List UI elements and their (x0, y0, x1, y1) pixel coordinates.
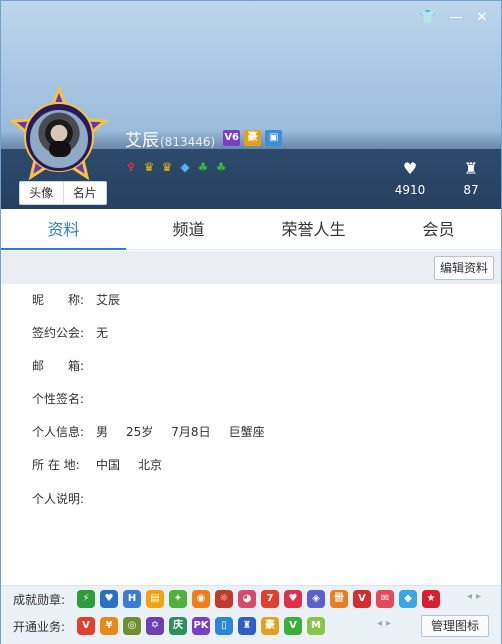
achievement-badges: ⚡ ♥ H ▤ ✦ ◉ ☼ ◕ 7 ♥ ◈ 卌 V ✉ ◆ ★ (77, 590, 440, 608)
skin-icon[interactable]: 👕 (419, 9, 437, 27)
value-nickname: 艾辰 (96, 293, 121, 307)
pig-badge-icon[interactable]: ◕ (238, 590, 256, 608)
edit-profile-button[interactable]: 编辑资料 (434, 256, 494, 280)
profile-window: 👕 — ✕ 艾辰 (813446) V6 豪 ▣ ♆ ♛ ♛ ◆ ♣ ♣ ♥ 4910 ♜ 8… (0, 0, 502, 644)
badge-bar: 成就勋章: ⚡ ♥ H ▤ ✦ ◉ ☼ ◕ 7 ♥ ◈ 卌 V ✉ ◆ ★ ◂▸ 开通业务: V ¥ ◎ ✡ 庆 PK ▯… (1, 585, 501, 644)
h-badge-icon[interactable]: H (123, 590, 141, 608)
heart-icon: ♥ (402, 159, 418, 178)
main-tabs: 资料 频道 荣誉人生 会员 (1, 210, 501, 250)
star-service-icon[interactable]: ✡ (146, 617, 164, 635)
service-badges: V ¥ ◎ ✡ 庆 PK ▯ ♜ 豪 V M (77, 617, 325, 635)
leaf-badge-icon[interactable]: ✦ (169, 590, 187, 608)
clover-icon[interactable]: ♣ (213, 159, 229, 175)
profile-toolbar (1, 251, 501, 284)
gem-badge-icon[interactable]: ◈ (307, 590, 325, 608)
value-country: 中国 (96, 458, 121, 472)
row-signature: 个性签名: (32, 388, 96, 410)
row-email: 邮 箱: (32, 355, 96, 377)
shell-service-icon[interactable]: 庆 (169, 617, 187, 635)
label-guild: 签约公会: (32, 326, 85, 340)
diamond-icon[interactable]: ◆ (177, 159, 193, 175)
bolt-badge-icon[interactable]: ⚡ (77, 590, 95, 608)
snail-service-icon[interactable]: ◎ (123, 617, 141, 635)
avatar-photo (27, 107, 91, 171)
id-card-icon[interactable]: ▣ (265, 130, 283, 146)
value-birthday: 7月8日 (171, 425, 211, 439)
label-info: 个人信息: (32, 425, 85, 439)
label-description: 个人说明: (32, 492, 85, 506)
hao-icon[interactable]: 豪 (244, 130, 262, 146)
level-stat[interactable]: ♜ 87 (453, 159, 489, 197)
value-gender: 男 (96, 425, 109, 439)
tab-member[interactable]: 会员 (376, 210, 501, 249)
value-age: 25岁 (126, 425, 154, 439)
avatar-tab-avatar[interactable]: 头像 (20, 182, 63, 204)
profile-header: 👕 — ✕ 艾辰 (813446) V6 豪 ▣ ♆ ♛ ♛ ◆ ♣ ♣ ♥ 4910 ♜ 8… (1, 1, 501, 209)
hao-service-icon[interactable]: 豪 (261, 617, 279, 635)
tab-profile[interactable]: 资料 (1, 210, 126, 250)
castle-service-icon[interactable]: ♜ (238, 617, 256, 635)
value-zodiac: 巨蟹座 (228, 425, 265, 439)
star-badge-icon[interactable]: ★ (422, 590, 440, 608)
likes-count: 4910 (394, 183, 426, 197)
rank-icon: ♜ (463, 159, 479, 178)
diamond-badge-icon[interactable]: ◆ (399, 590, 417, 608)
achievements-pager[interactable]: ◂▸ (467, 591, 485, 602)
achievements-row: 成就勋章: ⚡ ♥ H ▤ ✦ ◉ ☼ ◕ 7 ♥ ◈ 卌 V ✉ ◆ ★ ◂▸ (1, 587, 501, 613)
phone-service-icon[interactable]: ▯ (215, 617, 233, 635)
mail-badge-icon[interactable]: ✉ (376, 590, 394, 608)
pumpkin-badge-icon[interactable]: ◉ (192, 590, 210, 608)
love-badge-icon[interactable]: ♥ (284, 590, 302, 608)
yen-service-icon[interactable]: ¥ (100, 617, 118, 635)
wings-icon[interactable]: ♆ (123, 159, 139, 175)
manage-icons-button[interactable]: 管理图标 (421, 615, 489, 637)
avatar-mask-shape (49, 141, 71, 157)
nickname-row: 艾辰 (813446) V6 豪 ▣ (125, 126, 283, 151)
v-service-icon[interactable]: V (77, 617, 95, 635)
heart-badge-icon[interactable]: ♥ (100, 590, 118, 608)
services-pager[interactable]: ◂▸ (377, 618, 395, 629)
crown-icon[interactable]: ♛ (141, 159, 157, 175)
label-nickname: 昵 称: (32, 293, 85, 307)
label-email: 邮 箱: (32, 359, 85, 373)
likes-stat[interactable]: ♥ 4910 (391, 159, 429, 197)
level-count: 87 (463, 183, 479, 197)
avatar-tabs: 头像 名片 (19, 181, 107, 205)
row-guild: 签约公会: 无 (32, 322, 108, 344)
tab-honor[interactable]: 荣誉人生 (251, 210, 376, 249)
sun-badge-icon[interactable]: ☼ (215, 590, 233, 608)
nickname: 艾辰 (125, 131, 159, 151)
minimize-button[interactable]: — (447, 9, 465, 27)
vip6-icon[interactable]: V6 (223, 130, 241, 146)
medal-row: ♆ ♛ ♛ ◆ ♣ ♣ (123, 159, 229, 175)
close-button[interactable]: ✕ (473, 9, 491, 27)
seven-badge-icon[interactable]: 7 (261, 590, 279, 608)
photo-badge-icon[interactable]: ▤ (146, 590, 164, 608)
row-nickname: 昵 称: 艾辰 (32, 289, 120, 311)
services-row: 开通业务: V ¥ ◎ ✡ 庆 PK ▯ ♜ 豪 V M ◂▸ 管理图标 (1, 614, 501, 640)
user-id: (813446) (160, 135, 216, 149)
row-location: 所 在 地: 中国 北京 (32, 454, 162, 476)
crown-icon[interactable]: ♛ (159, 159, 175, 175)
label-signature: 个性签名: (32, 392, 85, 406)
vip-tags: V6 豪 ▣ (223, 130, 283, 146)
tab-channel[interactable]: 频道 (126, 210, 251, 249)
v-badge-icon[interactable]: V (353, 590, 371, 608)
label-location: 所 在 地: (32, 458, 80, 472)
achievements-label: 成就勋章: (13, 593, 66, 607)
m-service-icon[interactable]: M (307, 617, 325, 635)
value-city: 北京 (138, 458, 163, 472)
row-info: 个人信息: 男 25岁 7月8日 巨蟹座 (32, 421, 265, 443)
clover-icon[interactable]: ♣ (195, 159, 211, 175)
avatar[interactable] (7, 84, 111, 189)
value-guild: 无 (96, 326, 109, 340)
pk-service-icon[interactable]: PK (192, 617, 210, 635)
gift-badge-icon[interactable]: 卌 (330, 590, 348, 608)
avatar-tab-card[interactable]: 名片 (62, 182, 107, 204)
v-green-service-icon[interactable]: V (284, 617, 302, 635)
row-description: 个人说明: (32, 488, 96, 510)
services-label: 开通业务: (13, 620, 66, 634)
